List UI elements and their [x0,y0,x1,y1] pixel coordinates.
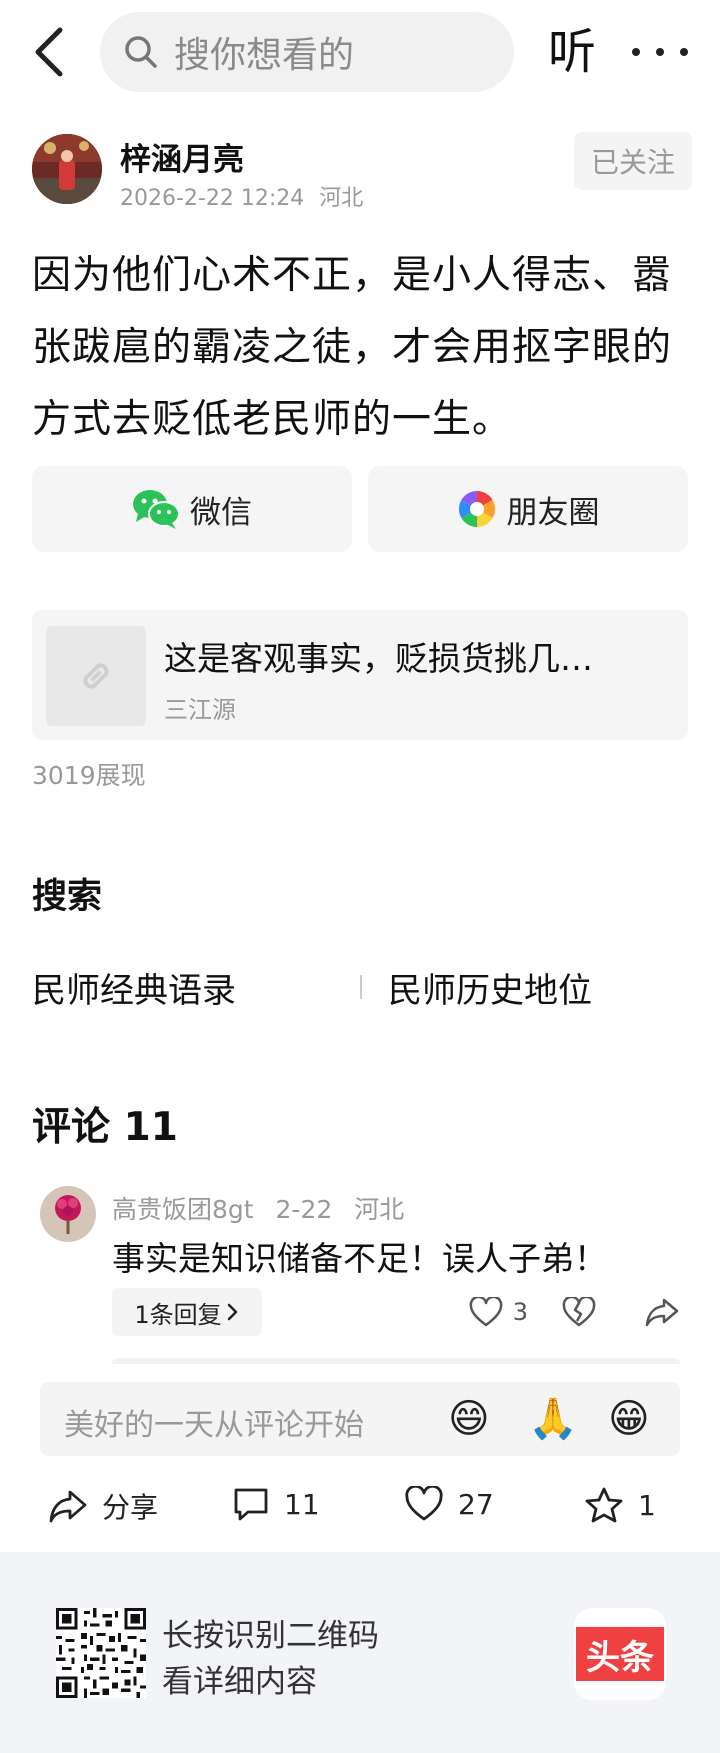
post-meta: 2026-2-22 12:24 河北 [120,180,363,212]
author-avatar[interactable] [32,134,102,204]
dot-icon [656,48,664,56]
bottom-action-bar: 分享 11 27 1 [0,1476,720,1554]
star-icon [585,1487,623,1523]
qr-footer: 长按识别二维码 看详细内容 头条 [0,1552,720,1753]
comments-heading: 评论 11 [32,1105,178,1150]
view-replies-button[interactable]: 1条回复 [112,1288,262,1336]
author-name[interactable]: 梓涵月亮 [120,134,244,179]
search-input[interactable]: 搜你想看的 [100,12,514,92]
wechat-icon [133,490,180,529]
more-options-button[interactable] [632,20,688,84]
share-row: 微信 朋友圈 [32,466,688,552]
comment-button[interactable]: 11 [232,1486,320,1522]
like-button[interactable]: 27 [404,1486,494,1522]
link-source: 三江源 [164,696,236,724]
article-body: 因为他们心术不正，是小人得志、嚣张跋扈的霸凌之徒，才会用抠字眼的方式去贬低老民师… [32,253,673,442]
share-button[interactable]: 分享 [48,1486,158,1526]
search-section-heading: 搜索 [32,877,103,917]
comment-dislike-button[interactable] [562,1297,596,1327]
wechat-label: 微信 [190,494,252,531]
heart-icon [405,1486,443,1521]
comment-bubble-icon [234,1488,268,1521]
post-timestamp: 2026-2-22 12:24 [120,186,305,211]
comment-meta: 高贵饭团8gt 2-22 河北 [112,1190,404,1226]
commenter-name[interactable]: 高贵饭团8gt [112,1195,254,1224]
search-icon [125,36,157,68]
comment-input-placeholder: 美好的一天从评论开始 [64,1408,364,1443]
divider [360,975,362,999]
follow-button[interactable]: 已关注 [574,132,692,190]
share-wechat-button[interactable]: 微信 [32,466,352,552]
top-bar: 搜你想看的 听 [0,0,720,104]
beam-emoji-button[interactable]: 😁 [608,1396,650,1442]
linked-article-card[interactable]: 这是客观事实，贬损货挑几… 三江源 [32,610,688,740]
grin-emoji-button[interactable]: 😄 [448,1396,490,1442]
qr-code[interactable] [56,1608,146,1698]
link-icon [83,663,109,689]
comment-item: 高贵饭团8gt 2-22 河北 事实是知识储备不足！误人子弟！ 1条回复 3 [40,1186,680,1336]
like-count: 27 [458,1487,494,1521]
moments-label: 朋友圈 [506,494,600,531]
comment-like-button[interactable]: 3 [469,1297,528,1327]
comment-like-count: 3 [512,1298,528,1326]
comment-date: 2-22 [275,1195,333,1224]
share-arrow-icon [49,1490,87,1523]
listen-button[interactable]: 听 [548,20,596,84]
toutiao-logo: 头条 [574,1608,666,1700]
chevron-right-icon [227,1303,237,1321]
qr-instruction-line2: 看详细内容 [162,1664,317,1700]
pray-emoji-button[interactable]: 🙏 [528,1396,578,1442]
comment-location: 河北 [354,1195,405,1224]
search-suggestion[interactable]: 民师经典语录 [32,963,236,1012]
avatar-image [32,134,102,204]
search-placeholder: 搜你想看的 [174,35,355,76]
next-comment-edge [112,1358,680,1364]
back-button[interactable] [28,22,78,82]
link-title: 这是客观事实，贬损货挑几… [164,639,593,678]
dot-icon [632,48,640,56]
comment-share-button[interactable] [644,1297,680,1327]
commenter-avatar[interactable] [40,1186,96,1242]
link-thumbnail [46,626,146,726]
comment-actions: 3 [469,1290,680,1334]
qr-instruction-line1: 长按识别二维码 [162,1618,379,1654]
chevron-left-icon [35,27,63,77]
favorite-button[interactable]: 1 [584,1486,656,1524]
share-moments-button[interactable]: 朋友圈 [368,466,688,552]
replies-label: 1条回复 [134,1300,222,1329]
heart-icon [469,1297,503,1327]
comment-input[interactable]: 美好的一天从评论开始 😄 🙏 😁 [40,1382,680,1456]
view-count: 3019展现 [32,761,146,790]
share-arrow-icon [645,1298,679,1327]
favorite-count: 1 [638,1488,656,1522]
share-label: 分享 [102,1491,159,1524]
comment-count: 11 [284,1487,320,1521]
dot-icon [680,48,688,56]
search-suggestion[interactable]: 民师历史地位 [388,963,592,1012]
flower-avatar-icon [55,1195,81,1234]
post-location: 河北 [319,186,364,211]
moments-icon [458,491,495,527]
qr-code-icon [56,1608,146,1698]
author-row: 梓涵月亮 2026-2-22 12:24 河北 已关注 [32,132,692,212]
broken-heart-icon [562,1297,596,1327]
toutiao-logo-text: 头条 [576,1627,664,1681]
comment-text: 事实是知识储备不足！误人子弟！ [112,1239,607,1278]
